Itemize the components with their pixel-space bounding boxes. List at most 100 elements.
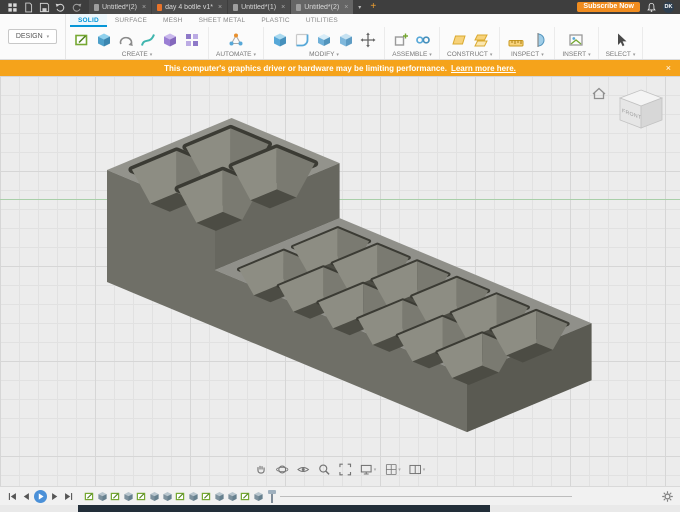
ribbon-group-label[interactable]: CREATE ▾ — [122, 51, 152, 58]
extrude-feature-icon[interactable] — [187, 490, 199, 502]
file-icon[interactable] — [23, 2, 34, 13]
grid-settings-icon[interactable]: ▾ — [384, 463, 401, 476]
viewports-icon[interactable]: ▾ — [409, 463, 425, 476]
select-icon[interactable] — [612, 31, 630, 49]
home-icon[interactable] — [592, 87, 606, 100]
3d-viewport[interactable]: FRONT ▾ ▾ ▾ — [0, 76, 680, 486]
ribbon-tab-solid[interactable]: SOLID — [70, 14, 107, 27]
ribbon-tab-utilities[interactable]: UTILITIES — [298, 14, 346, 27]
bell-icon[interactable] — [646, 2, 657, 13]
sketch-feature-icon[interactable] — [135, 490, 147, 502]
ribbon-tab-mesh[interactable]: MESH — [155, 14, 191, 27]
ribbon-group-label[interactable]: INSPECT ▾ — [511, 51, 544, 58]
timeline-playback-controls — [6, 489, 75, 503]
sketch-feature-icon[interactable] — [109, 490, 121, 502]
ribbon-group-icons — [567, 29, 585, 51]
offset-plane-icon[interactable] — [472, 31, 490, 49]
avatar[interactable]: DK — [663, 1, 674, 13]
revolve-icon[interactable] — [117, 31, 135, 49]
ribbon-group-automate: AUTOMATE ▾ — [209, 27, 265, 59]
move-icon[interactable] — [359, 31, 377, 49]
document-tab[interactable]: Untitled*(2) × — [89, 0, 152, 14]
fillet-icon[interactable] — [293, 31, 311, 49]
timeline-marker[interactable] — [268, 489, 276, 503]
zoom-icon[interactable] — [318, 463, 331, 476]
ribbon-group-label[interactable]: AUTOMATE ▾ — [216, 51, 256, 58]
skip-start-icon[interactable] — [6, 490, 19, 503]
measure-icon[interactable] — [507, 31, 525, 49]
automate-icon[interactable] — [227, 31, 245, 49]
save-icon[interactable] — [39, 2, 50, 13]
sweep-icon[interactable] — [139, 31, 157, 49]
step-forward-icon[interactable] — [48, 490, 61, 503]
decal-icon[interactable] — [567, 31, 585, 49]
combine-icon[interactable] — [337, 31, 355, 49]
app-grid-icon[interactable] — [7, 2, 18, 13]
sketch-feature-icon[interactable] — [83, 490, 95, 502]
look-at-icon[interactable] — [297, 463, 310, 476]
document-tab[interactable]: Untitled*(1) × — [228, 0, 291, 14]
plane-icon[interactable] — [450, 31, 468, 49]
sketch-feature-icon[interactable] — [174, 490, 186, 502]
section-icon[interactable] — [529, 31, 547, 49]
chevron-down-icon: ▾ — [253, 51, 257, 58]
ribbon-tab-surface[interactable]: SURFACE — [107, 14, 155, 27]
ribbon-group-label[interactable]: INSERT ▾ — [562, 51, 590, 58]
loft-icon[interactable] — [161, 31, 179, 49]
shell-icon[interactable] — [315, 31, 333, 49]
close-tab-icon[interactable]: × — [344, 4, 348, 11]
redo-icon[interactable] — [71, 2, 82, 13]
document-tab[interactable]: day 4 botlle v1* × — [152, 0, 228, 14]
ribbon-group-label[interactable]: ASSEMBLE ▾ — [392, 51, 432, 58]
ribbon-group-create: CREATE ▾ — [66, 27, 209, 59]
extrude-feature-icon[interactable] — [96, 490, 108, 502]
extrude-feature-icon[interactable] — [148, 490, 160, 502]
extrude-feature-icon[interactable] — [122, 490, 134, 502]
sketch-feature-icon[interactable] — [239, 490, 251, 502]
fit-icon[interactable] — [339, 463, 352, 476]
ribbon-group-label[interactable]: MODIFY ▾ — [309, 51, 339, 58]
view-cube[interactable]: FRONT — [588, 84, 672, 146]
tab-overflow-chevron-icon[interactable]: ▾ — [354, 4, 365, 11]
ribbon-group-icons — [271, 29, 377, 51]
pan-icon[interactable] — [255, 463, 268, 476]
close-tab-icon[interactable]: × — [142, 4, 146, 11]
document-icon — [157, 3, 163, 11]
extrude-feature-icon[interactable] — [161, 490, 173, 502]
sketch-feature-icon[interactable] — [200, 490, 212, 502]
orbit-icon[interactable] — [276, 463, 289, 476]
press-pull-icon[interactable] — [271, 31, 289, 49]
close-icon[interactable]: × — [666, 60, 671, 76]
ribbon-group-label[interactable]: SELECT ▾ — [606, 51, 636, 58]
ribbon-group-assemble: ASSEMBLE ▾ — [385, 27, 441, 59]
extrude-icon[interactable] — [95, 31, 113, 49]
design-workspace-button[interactable]: DESIGN ▾ — [7, 29, 58, 44]
display-settings-icon[interactable]: ▾ — [360, 463, 376, 476]
chevron-down-icon: ▾ — [429, 51, 432, 58]
ribbon-tab-sheet-metal[interactable]: SHEET METAL — [191, 14, 254, 27]
new-tab-button[interactable]: + — [365, 0, 381, 14]
subscribe-button[interactable]: Subscribe Now — [577, 2, 640, 12]
document-tab-label: day 4 botlle v1* — [165, 3, 213, 11]
sketch-icon[interactable] — [73, 31, 91, 49]
play-icon[interactable] — [34, 489, 47, 503]
ribbon-tab-plastic[interactable]: PLASTIC — [253, 14, 298, 27]
close-tab-icon[interactable]: × — [218, 4, 222, 11]
close-tab-icon[interactable]: × — [281, 4, 285, 11]
taskbar-strip — [78, 505, 490, 512]
skip-end-icon[interactable] — [62, 490, 75, 503]
document-tab[interactable]: Untitled*(2) × — [291, 0, 354, 14]
extrude-feature-icon[interactable] — [213, 490, 225, 502]
3d-model-canvas[interactable] — [0, 76, 680, 486]
undo-icon[interactable] — [55, 2, 66, 13]
component-icon[interactable] — [392, 31, 410, 49]
ribbon-group-modify: MODIFY ▾ — [264, 27, 386, 59]
extrude-feature-icon[interactable] — [252, 490, 264, 502]
pattern-icon[interactable] — [183, 31, 201, 49]
step-back-icon[interactable] — [20, 490, 33, 503]
joint-icon[interactable] — [414, 31, 432, 49]
ribbon-group-label[interactable]: CONSTRUCT ▾ — [447, 51, 492, 58]
extrude-feature-icon[interactable] — [226, 490, 238, 502]
gear-icon[interactable] — [661, 490, 674, 503]
banner-learn-more-link[interactable]: Learn more here. — [451, 64, 516, 73]
